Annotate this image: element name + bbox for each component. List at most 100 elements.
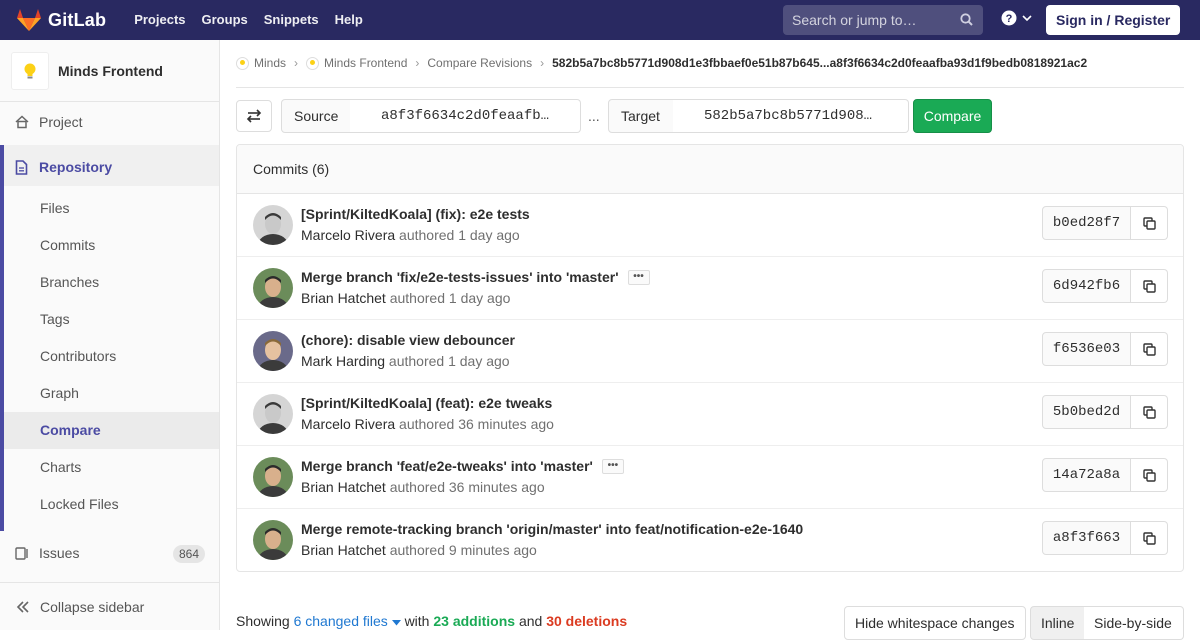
- project-avatar-icon: [236, 56, 249, 70]
- brand-name: GitLab: [48, 9, 107, 30]
- search-box: [783, 5, 983, 35]
- compare-button[interactable]: Compare: [913, 99, 992, 133]
- search-input[interactable]: [783, 12, 953, 28]
- revision-separator: ...: [588, 108, 600, 124]
- commit-author-link[interactable]: Marcelo Rivera: [301, 416, 395, 432]
- commit-sha-button[interactable]: b0ed28f7: [1042, 206, 1131, 240]
- commit-author-link[interactable]: Mark Harding: [301, 353, 385, 369]
- copy-icon: [1142, 342, 1156, 356]
- commit-sha-group: 5b0bed2d: [1042, 395, 1168, 429]
- commit-author-link[interactable]: Marcelo Rivera: [301, 227, 395, 243]
- nav-snippets[interactable]: Snippets: [256, 0, 327, 40]
- additions-count: 23 additions: [433, 613, 516, 629]
- project-avatar: [11, 51, 49, 90]
- collapse-sidebar-button[interactable]: Collapse sidebar: [0, 582, 219, 630]
- commit-meta: Mark Harding authored 1 day ago: [301, 353, 510, 369]
- commit-title-link[interactable]: Merge branch 'feat/e2e-tweaks' into 'mas…: [301, 458, 624, 474]
- sidebar-item-tags[interactable]: Tags: [40, 311, 70, 327]
- sidebar-item-charts[interactable]: Charts: [40, 459, 81, 475]
- nav-help[interactable]: Help: [327, 0, 371, 40]
- commit-row: [Sprint/KiltedKoala] (fix): e2e tests Mar…: [237, 194, 1183, 257]
- commit-sha-button[interactable]: 5b0bed2d: [1042, 395, 1131, 429]
- commit-author-link[interactable]: Brian Hatchet: [301, 479, 386, 495]
- commit-title-link[interactable]: Merge branch 'fix/e2e-tests-issues' into…: [301, 269, 650, 285]
- commit-author-link[interactable]: Brian Hatchet: [301, 542, 386, 558]
- sign-in-button[interactable]: Sign in / Register: [1046, 5, 1181, 35]
- changed-files-dropdown[interactable]: 6 changed files: [294, 613, 401, 629]
- nav-projects[interactable]: Projects: [126, 0, 193, 40]
- author-avatar[interactable]: [253, 394, 293, 434]
- breadcrumb-item-minds-frontend[interactable]: Minds Frontend: [306, 56, 407, 70]
- author-avatar[interactable]: [253, 205, 293, 245]
- sidebar-item-graph[interactable]: Graph: [40, 385, 79, 401]
- copy-sha-button[interactable]: [1131, 458, 1168, 492]
- hide-whitespace-button[interactable]: Hide whitespace changes: [844, 606, 1026, 640]
- sidebar-item-repository[interactable]: Repository: [0, 155, 219, 179]
- inline-view-button[interactable]: Inline: [1030, 606, 1086, 640]
- chevron-right-icon: ›: [294, 56, 299, 70]
- side-by-side-view-button[interactable]: Side-by-side: [1084, 606, 1184, 640]
- sidebar-item-issues[interactable]: Issues 864: [0, 541, 219, 565]
- commit-title-link[interactable]: (chore): disable view debouncer: [301, 332, 515, 348]
- commit-sha-button[interactable]: 14a72a8a: [1042, 458, 1131, 492]
- sidebar-item-label: Project: [39, 114, 83, 130]
- search-icon[interactable]: [960, 13, 973, 26]
- sidebar-item-project[interactable]: Project: [0, 110, 219, 134]
- double-chevron-left-icon: [16, 600, 29, 613]
- copy-icon: [1142, 468, 1156, 482]
- copy-sha-button[interactable]: [1131, 332, 1168, 366]
- nav-links: Projects Groups Snippets Help: [126, 0, 371, 40]
- copy-sha-button[interactable]: [1131, 269, 1168, 303]
- more-ellipsis-button[interactable]: •••: [627, 269, 650, 285]
- sidebar-item-files[interactable]: Files: [40, 200, 70, 216]
- author-avatar[interactable]: [253, 520, 293, 560]
- sidebar-item-locked-files[interactable]: Locked Files: [40, 496, 119, 512]
- source-ref-dropdown[interactable]: a8f3f6634c2d0feaafb…: [350, 99, 581, 133]
- commit-sha-button[interactable]: 6d942fb6: [1042, 269, 1131, 303]
- copy-sha-button[interactable]: [1131, 395, 1168, 429]
- breadcrumb-current[interactable]: 582b5a7bc8b5771d908d1e3fbbaef0e51b87b645…: [552, 56, 1087, 70]
- commit-meta: Marcelo Rivera authored 1 day ago: [301, 227, 520, 243]
- commit-row: Merge branch 'fix/e2e-tests-issues' into…: [237, 257, 1183, 320]
- issues-icon: [15, 547, 28, 560]
- sidebar-item-branches[interactable]: Branches: [40, 274, 99, 290]
- sidebar-item-contributors[interactable]: Contributors: [40, 348, 116, 364]
- copy-sha-button[interactable]: [1131, 206, 1168, 240]
- commit-time: 9 minutes ago: [448, 542, 537, 558]
- copy-icon: [1142, 531, 1156, 545]
- swap-revisions-button[interactable]: [236, 100, 272, 132]
- gitlab-logo-icon: [17, 9, 41, 31]
- commit-title-link[interactable]: [Sprint/KiltedKoala] (feat): e2e tweaks: [301, 395, 552, 411]
- collapse-sidebar-label: Collapse sidebar: [40, 598, 145, 615]
- commit-sha-group: a8f3f663: [1042, 521, 1168, 555]
- commit-time: 1 day ago: [458, 227, 520, 243]
- commit-title-link[interactable]: [Sprint/KiltedKoala] (fix): e2e tests: [301, 206, 530, 222]
- gitlab-brand[interactable]: GitLab: [16, 0, 106, 40]
- more-ellipsis-button[interactable]: •••: [601, 458, 624, 474]
- caret-down-icon: [391, 620, 401, 626]
- document-icon: [15, 159, 28, 175]
- copy-icon: [1142, 279, 1156, 293]
- commit-meta: Brian Hatchet authored 9 minutes ago: [301, 542, 537, 558]
- breadcrumb-item-compare-revisions[interactable]: Compare Revisions: [427, 56, 532, 70]
- deletions-count: 30 deletions: [546, 613, 628, 629]
- target-ref-dropdown[interactable]: 582b5a7bc8b5771d908…: [673, 99, 909, 133]
- author-avatar[interactable]: [253, 457, 293, 497]
- commit-sha-button[interactable]: a8f3f663: [1042, 521, 1131, 555]
- commit-sha-group: 14a72a8a: [1042, 458, 1168, 492]
- sidebar-item-compare[interactable]: Compare: [40, 422, 101, 438]
- commit-title-link[interactable]: Merge remote-tracking branch 'origin/mas…: [301, 521, 803, 537]
- breadcrumb-item-minds[interactable]: Minds: [236, 56, 286, 70]
- target-label: Target: [608, 99, 674, 133]
- commit-sha-button[interactable]: f6536e03: [1042, 332, 1131, 366]
- issues-count-badge: 864: [173, 545, 206, 563]
- sidebar-item-commits[interactable]: Commits: [40, 237, 95, 253]
- author-avatar[interactable]: [253, 268, 293, 308]
- author-avatar[interactable]: [253, 331, 293, 371]
- nav-groups[interactable]: Groups: [194, 0, 256, 40]
- help-dropdown[interactable]: ?: [1001, 10, 1033, 26]
- commit-author-link[interactable]: Brian Hatchet: [301, 290, 386, 306]
- copy-sha-button[interactable]: [1131, 521, 1168, 555]
- sidebar-project-header[interactable]: Minds Frontend: [0, 40, 219, 102]
- commits-header: Commits (6): [237, 145, 1183, 194]
